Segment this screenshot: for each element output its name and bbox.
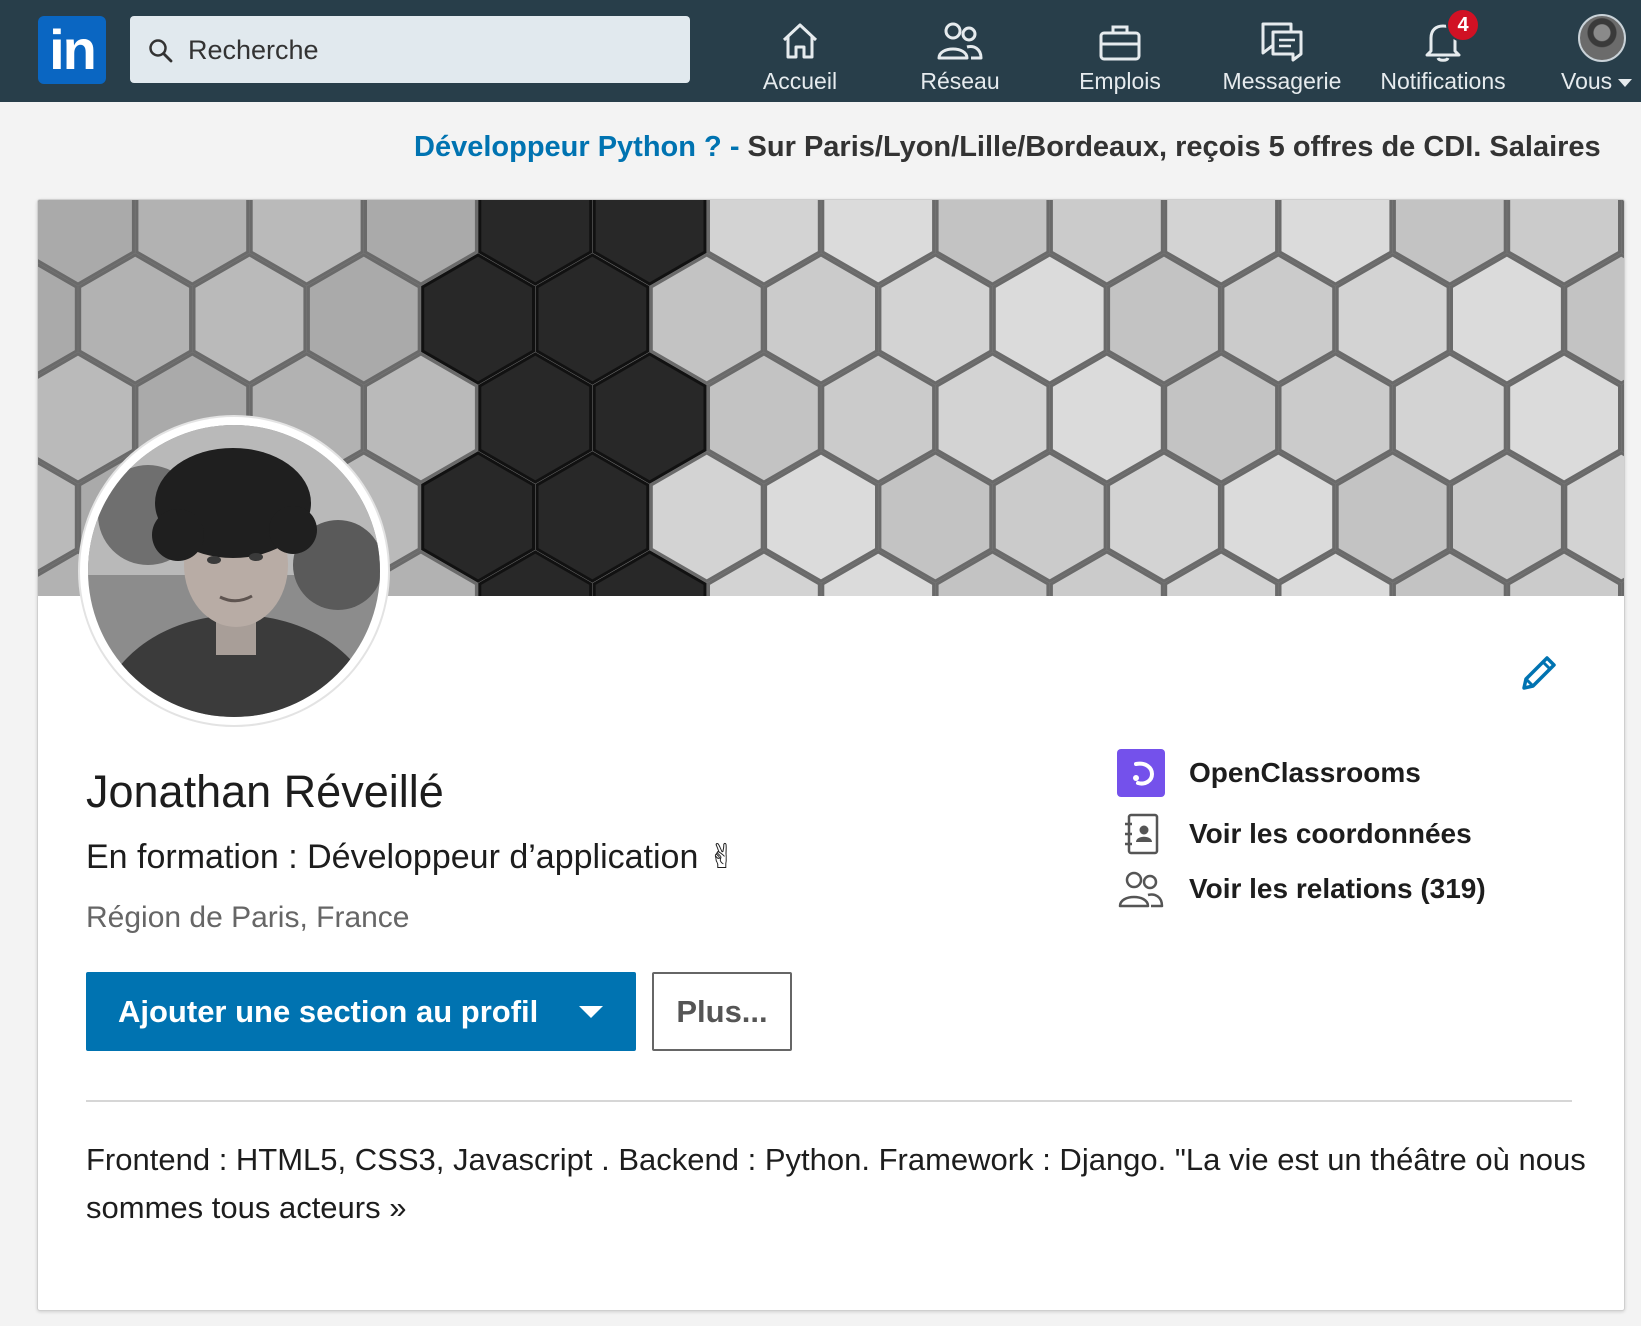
edit-icon[interactable] <box>1518 652 1560 694</box>
add-profile-section-label: Ajouter une section au profil <box>118 993 539 1029</box>
divider <box>86 1100 1572 1102</box>
nav-notifications[interactable]: Notifications 4 <box>1368 8 1518 94</box>
nav-label: Emplois <box>1079 68 1161 94</box>
more-button[interactable]: Plus... <box>652 972 792 1051</box>
profile-summary: Frontend : HTML5, CSS3, Javascript . Bac… <box>86 1142 1586 1225</box>
search-box[interactable] <box>130 16 690 85</box>
nav-home[interactable]: Accueil <box>745 14 855 94</box>
contact-info-link[interactable]: Voir les coordonnées <box>1116 809 1472 859</box>
nav-me-label: Vous <box>1561 68 1641 95</box>
nav-label: Vous <box>1561 68 1613 94</box>
search-input[interactable] <box>186 16 680 85</box>
promo-banner[interactable]: Développeur Python ? - Sur Paris/Lyon/Li… <box>414 131 1641 167</box>
profile-photo[interactable] <box>80 417 388 725</box>
network-icon <box>937 22 983 60</box>
openclassrooms-logo <box>1117 749 1165 797</box>
messaging-icon <box>1261 22 1303 62</box>
avatar <box>1578 14 1626 62</box>
briefcase-icon <box>1099 25 1141 61</box>
home-icon <box>782 23 818 59</box>
profile-name: Jonathan Réveillé <box>86 766 444 817</box>
nav-jobs[interactable]: Emplois <box>1060 14 1180 94</box>
profile-location: Région de Paris, France <box>86 901 410 934</box>
search-icon <box>149 39 173 63</box>
promo-link[interactable]: Développeur Python ? <box>414 131 722 163</box>
profile-photo-image <box>88 425 380 717</box>
notification-badge: 4 <box>1446 8 1480 42</box>
add-profile-section-button[interactable]: Ajouter une section au profil <box>86 972 636 1051</box>
current-company-openclassrooms[interactable]: OpenClassrooms <box>1116 748 1421 798</box>
nav-label: Messagerie <box>1222 68 1342 94</box>
address-book-icon <box>1125 813 1159 855</box>
nav-messaging[interactable]: Messagerie <box>1212 14 1352 94</box>
nav-label: Accueil <box>762 68 838 94</box>
profile-headline: En formation : Développeur d’application… <box>86 838 737 876</box>
promo-text: Sur Paris/Lyon/Lille/Bordeaux, reçois 5 … <box>747 131 1601 163</box>
promo-separator: - <box>721 131 748 163</box>
nav-me[interactable]: Vous <box>1550 14 1641 94</box>
connections-link[interactable]: Voir les relations (319) <box>1116 864 1486 914</box>
profile-card: Jonathan Réveillé En formation : Dévelop… <box>37 199 1625 1311</box>
chevron-down-icon <box>1618 78 1633 87</box>
nav-label: Notifications <box>1380 68 1506 94</box>
network-icon <box>1118 871 1164 908</box>
top-navigation: in Accueil Réseau <box>0 0 1641 102</box>
contact-info-label: Voir les coordonnées <box>1189 818 1472 849</box>
linkedin-logo[interactable]: in <box>38 16 106 84</box>
chevron-down-icon <box>579 1006 603 1018</box>
nav-network[interactable]: Réseau <box>900 14 1020 94</box>
company-name: OpenClassrooms <box>1189 757 1421 788</box>
connections-label: Voir les relations (319) <box>1189 873 1486 904</box>
nav-label: Réseau <box>920 68 1000 94</box>
